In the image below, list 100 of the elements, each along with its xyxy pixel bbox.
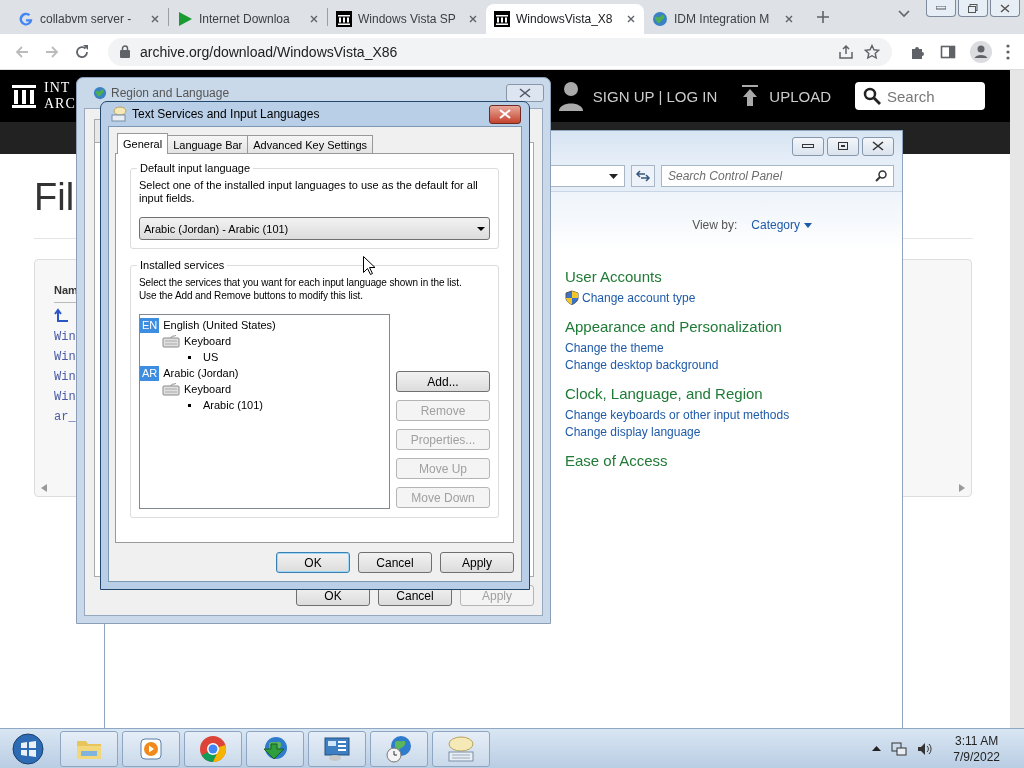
- chevron-up-icon[interactable]: [872, 746, 882, 751]
- nav-link[interactable]: SIGN UP | LOG IN: [592, 87, 718, 105]
- refresh-button[interactable]: [631, 165, 655, 187]
- chrome-icon: [199, 734, 227, 763]
- play-icon: [177, 11, 193, 27]
- temple-icon[interactable]: [10, 82, 38, 110]
- clock[interactable]: 3:11 AM 7/9/2022: [953, 732, 1000, 765]
- close-button[interactable]: [990, 0, 1020, 17]
- description-text: Select one of the installed input languages to use as the default for all input fields.: [139, 179, 479, 205]
- browser-tab[interactable]: collabvm server -: [10, 4, 168, 34]
- avatar-icon[interactable]: [970, 40, 992, 63]
- service-button[interactable]: Add...: [396, 371, 490, 392]
- keyboard-icon: [162, 334, 180, 348]
- search-field[interactable]: Search: [855, 82, 985, 110]
- dialog-button[interactable]: Apply: [440, 552, 514, 573]
- search-field[interactable]: Search Control Panel: [661, 165, 894, 187]
- url-text: archive.org/download/WindowsVista_X86: [140, 43, 399, 60]
- browser-tab[interactable]: WindowsVista_X8: [486, 4, 644, 34]
- tree-item[interactable]: Arabic (Jordan): [163, 367, 239, 379]
- caret-icon: [804, 222, 812, 228]
- minimize-button[interactable]: [792, 136, 824, 156]
- logo-text[interactable]: INT: [44, 80, 71, 96]
- close-icon: [872, 141, 884, 151]
- globe-icon: [93, 86, 107, 100]
- close-button[interactable]: [489, 104, 521, 124]
- tab[interactable]: Language Bar: [167, 135, 249, 153]
- close-button[interactable]: [506, 84, 544, 102]
- share-icon[interactable]: [838, 43, 854, 60]
- browser-tab[interactable]: IDM Integration M: [644, 4, 802, 34]
- scroll-left-icon[interactable]: [41, 484, 47, 492]
- keyboard-speech-icon: [111, 106, 127, 122]
- close-icon[interactable]: [150, 14, 160, 24]
- close-icon: [499, 109, 511, 119]
- scroll-right-icon[interactable]: [959, 484, 965, 492]
- close-button[interactable]: [862, 136, 894, 156]
- maximize-button[interactable]: [827, 136, 859, 156]
- dropdown-icon[interactable]: [609, 173, 618, 179]
- close-icon[interactable]: [626, 14, 636, 24]
- task-link[interactable]: Change account type: [582, 290, 696, 305]
- plus-icon[interactable]: [816, 10, 830, 24]
- dialog-button[interactable]: Cancel: [358, 552, 432, 573]
- upload-icon[interactable]: [741, 85, 760, 107]
- temple-icon: [494, 11, 510, 27]
- dialog-button[interactable]: OK: [276, 552, 350, 573]
- minimize-icon: [802, 144, 814, 148]
- keyboard-speech-icon: [446, 734, 476, 763]
- browser-tab[interactable]: Windows Vista SP: [328, 4, 486, 34]
- tree-item[interactable]: Keyboard: [184, 335, 232, 347]
- close-icon[interactable]: [309, 14, 319, 24]
- tree-item[interactable]: English (United States): [163, 319, 276, 331]
- taskbar-button[interactable]: [370, 730, 428, 767]
- task-link[interactable]: Change display language: [565, 424, 701, 439]
- language-dropdown[interactable]: Arabic (Jordan) - Arabic (101): [139, 217, 490, 240]
- taskbar-button[interactable]: [308, 730, 366, 767]
- close-icon: [519, 88, 531, 98]
- reload-icon[interactable]: [74, 43, 90, 60]
- nav-link[interactable]: UPLOAD: [769, 87, 831, 105]
- cursor-icon: [363, 256, 375, 275]
- windows-logo-icon: [12, 732, 44, 765]
- tree-item[interactable]: Arabic (101): [203, 399, 263, 411]
- logo-text[interactable]: ARC: [44, 96, 76, 112]
- chevron-down-icon[interactable]: [898, 10, 910, 18]
- restore-button[interactable]: [958, 0, 988, 17]
- browser-tab[interactable]: Internet Downloa: [169, 4, 327, 34]
- tree-item[interactable]: US: [203, 351, 219, 363]
- close-icon[interactable]: [784, 14, 794, 24]
- category-link[interactable]: Ease of Access: [565, 452, 902, 469]
- scrollbar[interactable]: [1010, 70, 1024, 728]
- taskbar-button[interactable]: [246, 730, 304, 767]
- user-icon[interactable]: [558, 81, 583, 111]
- language-tag: AR: [140, 365, 160, 381]
- search-icon: [875, 170, 887, 182]
- category-link[interactable]: Appearance and Personalization: [565, 318, 902, 335]
- menu-icon[interactable]: [1006, 43, 1010, 60]
- task-link[interactable]: Change keyboards or other input methods: [565, 407, 790, 422]
- close-icon[interactable]: [468, 14, 478, 24]
- keyboard-icon: [162, 382, 180, 396]
- view-by-dropdown[interactable]: Category: [751, 218, 812, 232]
- view-by-label: View by:: [692, 218, 738, 232]
- tab[interactable]: General: [117, 133, 169, 154]
- minimize-icon: [936, 6, 946, 10]
- language-tag: EN: [140, 317, 160, 333]
- tab[interactable]: Advanced Key Settings: [247, 135, 373, 153]
- taskbar-button[interactable]: [184, 730, 242, 767]
- parent-folder-icon[interactable]: [54, 307, 70, 323]
- task-link[interactable]: Change desktop background: [565, 357, 719, 372]
- task-link[interactable]: Change the theme: [565, 340, 664, 355]
- temple-icon: [336, 11, 352, 27]
- address-bar[interactable]: archive.org/download/WindowsVista_X86: [108, 37, 892, 66]
- restore-icon: [968, 3, 978, 13]
- control-panel-icon: [323, 735, 351, 762]
- star-icon[interactable]: [864, 43, 880, 60]
- close-icon: [1000, 3, 1010, 13]
- google-icon: [18, 11, 34, 27]
- category-link[interactable]: User Accounts: [565, 268, 902, 285]
- category-link[interactable]: Clock, Language, and Region: [565, 385, 902, 402]
- refresh-icon: [635, 169, 651, 183]
- side-panel-icon[interactable]: [940, 43, 956, 60]
- network-icon[interactable]: [891, 740, 908, 757]
- tree-item[interactable]: Keyboard: [184, 383, 232, 395]
